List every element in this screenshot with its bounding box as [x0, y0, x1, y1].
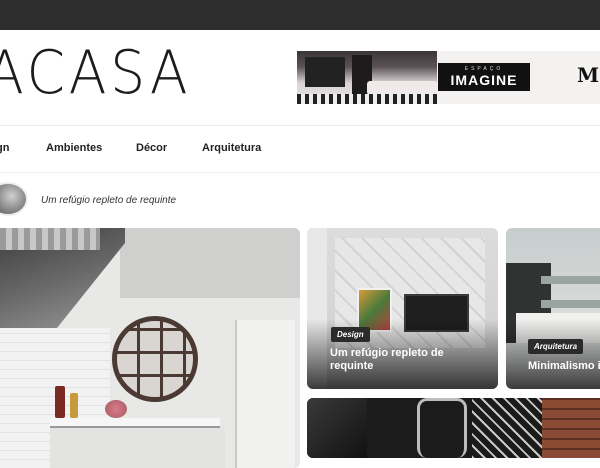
shelf — [541, 276, 600, 284]
round-mirror — [112, 316, 198, 402]
railing — [0, 228, 100, 250]
category-tag[interactable]: Arquitetura — [528, 339, 584, 354]
featured-row: Um refúgio repleto de requinte — [0, 178, 600, 224]
bottle — [55, 386, 65, 418]
shelf — [541, 300, 600, 308]
avatar[interactable] — [0, 182, 28, 216]
site-logo[interactable]: ACASA — [0, 38, 191, 108]
ceiling — [120, 228, 300, 298]
card-title[interactable]: Minimalismo in — [528, 360, 600, 373]
chair-frame — [417, 398, 467, 458]
featured-card-main[interactable] — [0, 228, 300, 468]
counter — [50, 428, 225, 468]
card-title[interactable]: Um refúgio repleto de requinte — [330, 347, 490, 373]
main-nav: gn Ambientes Décor Arquitetura — [0, 127, 600, 173]
bottle — [70, 393, 78, 418]
banner-photo — [297, 51, 437, 104]
site-header: ACASA ESPAÇO IMAGINE M — [0, 30, 600, 126]
banner-rug — [297, 94, 437, 104]
bar-shelf — [50, 418, 220, 428]
card-overlay — [506, 319, 600, 389]
article-card[interactable] — [307, 398, 600, 458]
banner-shelf — [305, 57, 345, 87]
ad-banner[interactable]: ESPAÇO IMAGINE M — [297, 51, 600, 104]
banner-brand-box: ESPAÇO IMAGINE — [438, 63, 530, 91]
banner-sofa — [367, 81, 437, 95]
category-tag[interactable]: Design — [331, 327, 370, 342]
flower-vase — [105, 400, 127, 418]
nav-item-ambientes[interactable]: Ambientes — [46, 142, 102, 154]
nav-item-decor[interactable]: Décor — [136, 142, 167, 154]
card-bg — [307, 398, 367, 458]
brick-wall — [542, 398, 600, 458]
wire-basket — [472, 398, 542, 458]
article-card[interactable]: Design Um refúgio repleto de requinte — [307, 228, 498, 389]
banner-right-text: M — [577, 63, 600, 87]
top-bar — [0, 0, 600, 30]
featured-caption[interactable]: Um refúgio repleto de requinte — [41, 195, 176, 206]
article-card[interactable]: Arquitetura Minimalismo in — [506, 228, 600, 389]
door — [235, 320, 295, 468]
nav-item-arquitetura[interactable]: Arquitetura — [202, 142, 261, 154]
nav-item-design[interactable]: gn — [0, 142, 9, 154]
banner-brand-name: IMAGINE — [450, 72, 518, 88]
